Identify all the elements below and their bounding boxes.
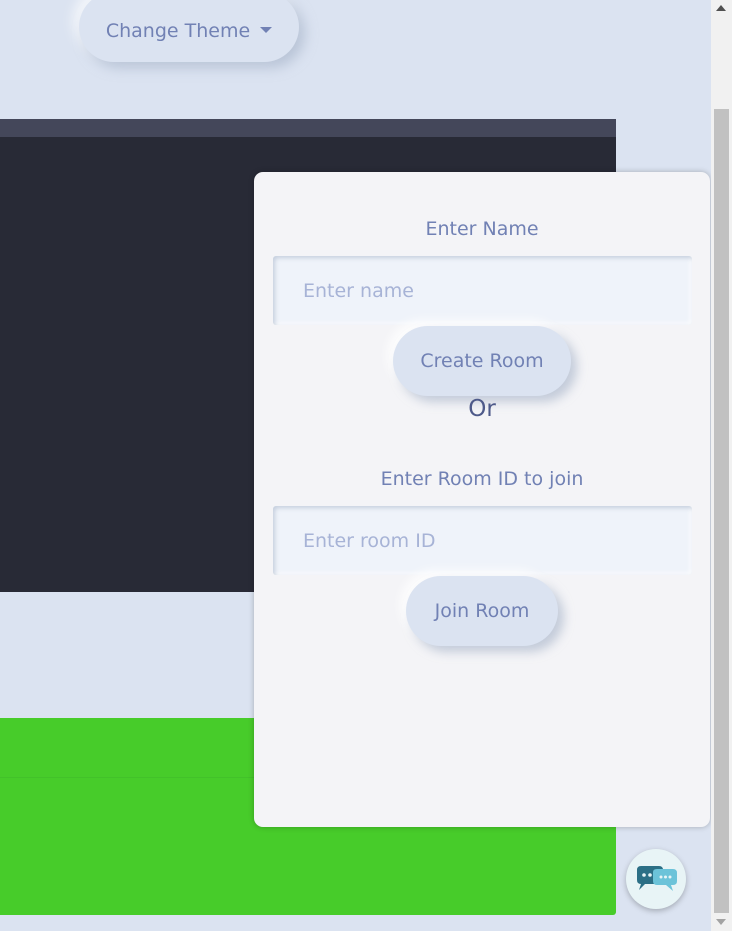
chat-button[interactable] [626,849,686,909]
name-input[interactable] [273,256,692,325]
create-room-button[interactable]: Create Room [393,326,571,396]
scroll-up-arrow-icon[interactable] [716,5,726,11]
page-scrollbar[interactable] [711,0,732,931]
room-id-input[interactable] [273,506,692,575]
room-panel: Enter Name Create Room Or Enter Room ID … [254,172,710,827]
chat-bubbles-icon [637,866,677,891]
change-theme-button[interactable]: Change Theme [79,0,299,62]
join-room-button[interactable]: Join Room [406,576,558,646]
room-id-label: Enter Room ID to join [380,468,584,490]
scrollbar-thumb[interactable] [714,109,729,913]
enter-name-label: Enter Name [425,218,539,240]
scroll-down-arrow-icon[interactable] [716,919,726,925]
or-separator: Or [468,396,496,422]
change-theme-label: Change Theme [105,20,251,42]
editor-header-bar [0,119,616,137]
caret-down-icon [260,26,273,33]
